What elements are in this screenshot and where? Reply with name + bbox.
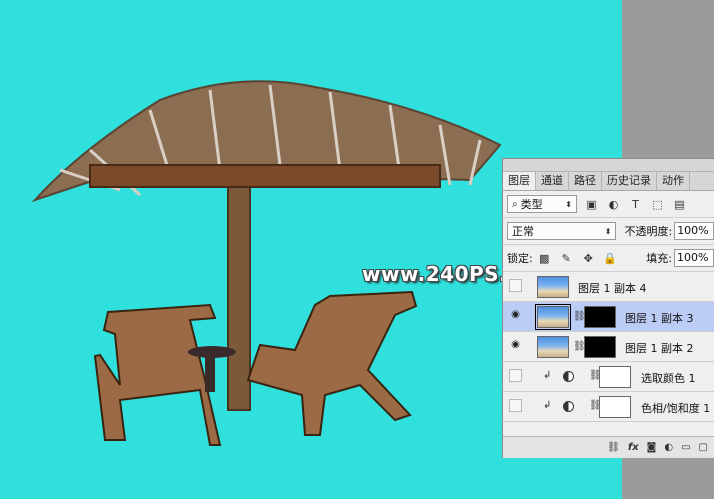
layer-thumbnail bbox=[537, 276, 569, 298]
visibility-toggle[interactable] bbox=[509, 399, 522, 412]
layer-name: 色相/饱和度 1 bbox=[641, 402, 711, 415]
layer-name: 选取颜色 1 bbox=[641, 372, 696, 385]
link-layers-icon[interactable]: ⛓ bbox=[607, 442, 620, 453]
blend-mode-select[interactable]: 正常 ⬍ bbox=[507, 222, 617, 240]
type-filter-icon[interactable]: T bbox=[628, 197, 643, 212]
tab-paths[interactable]: 路径 bbox=[569, 172, 602, 190]
eye-icon[interactable]: ◉ bbox=[509, 339, 522, 352]
filter-kind-select[interactable]: ⌕ 类型 ⬍ bbox=[507, 195, 577, 213]
layer-row[interactable]: ↲ ⛓ 选取颜色 1 bbox=[503, 362, 714, 392]
layer-row[interactable]: 图层 1 副本 4 bbox=[503, 272, 714, 302]
chevron-down-icon: ⬍ bbox=[565, 199, 572, 209]
lock-transparent-icon[interactable]: ▩ bbox=[537, 251, 552, 266]
layer-name: 图层 1 副本 2 bbox=[625, 342, 694, 355]
opacity-label: 不透明度: bbox=[624, 225, 673, 238]
panel-grip[interactable] bbox=[503, 159, 714, 172]
filter-kind-value: 类型 bbox=[520, 198, 543, 211]
fill-input[interactable]: 100% bbox=[674, 249, 714, 267]
layer-mask-thumbnail[interactable] bbox=[584, 306, 616, 328]
filter-row: ⌕ 类型 ⬍ ▣ ◐ T ⬚ ▤ bbox=[503, 191, 714, 218]
layer-mask-thumbnail[interactable] bbox=[584, 336, 616, 358]
blend-row: 正常 ⬍ 不透明度: 100% bbox=[503, 218, 714, 245]
layer-thumbnail bbox=[537, 336, 569, 358]
eye-icon[interactable]: ◉ bbox=[509, 309, 522, 322]
layer-mask-thumbnail[interactable] bbox=[599, 366, 631, 388]
layer-thumbnail bbox=[535, 304, 571, 330]
fill-label: 填充: bbox=[646, 252, 672, 265]
layer-list: 图层 1 副本 4 ◉ ⛓ 图层 1 副本 3 ◉ ⛓ 图层 1 副本 2 ↲ … bbox=[503, 272, 714, 422]
new-group-icon[interactable]: ▭ bbox=[681, 442, 690, 453]
tab-channels[interactable]: 通道 bbox=[536, 172, 569, 190]
lock-label: 锁定: bbox=[507, 252, 533, 265]
visibility-toggle[interactable] bbox=[509, 279, 522, 292]
layer-name: 图层 1 副本 4 bbox=[578, 282, 647, 295]
panel-bottom-bar: ⛓ fx ◙ ◐ ▭ ▢ bbox=[503, 436, 714, 458]
tab-layers[interactable]: 图层 bbox=[503, 172, 536, 190]
layer-mask-thumbnail[interactable] bbox=[599, 396, 631, 418]
opacity-input[interactable]: 100% bbox=[674, 222, 714, 240]
clip-arrow-icon: ↲ bbox=[543, 370, 552, 381]
layer-row[interactable]: ◉ ⛓ 图层 1 副本 2 bbox=[503, 332, 714, 362]
smart-object-filter-icon[interactable]: ▤ bbox=[672, 197, 687, 212]
layers-panel: 图层 通道 路径 历史记录 动作 ⌕ 类型 ⬍ ▣ ◐ T ⬚ ▤ 正常 ⬍ 不… bbox=[502, 158, 714, 458]
layer-row[interactable]: ◉ ⛓ 图层 1 副本 3 bbox=[503, 302, 714, 332]
adjustment-layer-icon bbox=[563, 371, 574, 382]
search-icon: ⌕ bbox=[512, 198, 518, 210]
shape-filter-icon[interactable]: ⬚ bbox=[650, 197, 665, 212]
new-layer-icon[interactable]: ▢ bbox=[699, 442, 708, 453]
blend-mode-value: 正常 bbox=[512, 225, 534, 238]
fx-icon[interactable]: fx bbox=[628, 442, 639, 453]
layer-row[interactable]: ↲ ⛓ 色相/饱和度 1 bbox=[503, 392, 714, 422]
chevron-down-icon: ⬍ bbox=[604, 226, 612, 236]
lock-move-icon[interactable]: ✥ bbox=[581, 251, 596, 266]
layer-name: 图层 1 副本 3 bbox=[625, 312, 694, 325]
lock-row: 锁定: ▩ ✎ ✥ 🔒 填充: 100% bbox=[503, 245, 714, 272]
new-adjustment-icon[interactable]: ◐ bbox=[664, 442, 673, 453]
adjustment-filter-icon[interactable]: ◐ bbox=[606, 197, 621, 212]
panel-tabs: 图层 通道 路径 历史记录 动作 bbox=[503, 172, 714, 191]
image-filter-icon[interactable]: ▣ bbox=[584, 197, 599, 212]
tab-history[interactable]: 历史记录 bbox=[602, 172, 657, 190]
add-mask-icon[interactable]: ◙ bbox=[647, 442, 657, 453]
lock-paint-icon[interactable]: ✎ bbox=[559, 251, 574, 266]
clip-arrow-icon: ↲ bbox=[543, 400, 552, 411]
lock-all-icon[interactable]: 🔒 bbox=[603, 251, 618, 266]
tab-actions[interactable]: 动作 bbox=[657, 172, 690, 190]
adjustment-layer-icon bbox=[563, 401, 574, 412]
visibility-toggle[interactable] bbox=[509, 369, 522, 382]
